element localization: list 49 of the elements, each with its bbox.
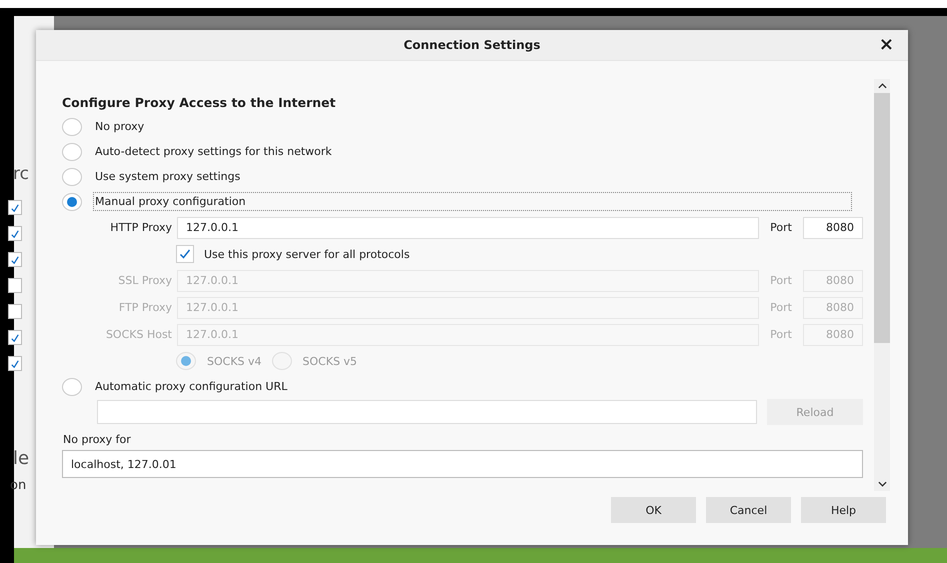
radio-button[interactable] [62,142,82,160]
scroll-down-icon[interactable] [878,481,886,487]
radio-label[interactable]: Manual proxy configuration [93,192,852,211]
port-label: Port [769,328,793,341]
radio-label[interactable]: No proxy [93,117,146,136]
radio-button[interactable] [62,378,82,396]
section-heading: Configure Proxy Access to the Internet [62,95,337,110]
no-proxy-field[interactable]: localhost, 127.0.01 [62,450,863,478]
close-button[interactable]: × [874,36,898,54]
check-icon [11,334,19,342]
scrollbar[interactable] [874,79,890,491]
checkbox[interactable] [8,200,22,215]
field-label: No proxy for [62,433,132,446]
dialog-button[interactable]: OK [611,497,696,523]
checkbox[interactable] [8,226,22,241]
check-icon [11,230,19,238]
proxy-field[interactable]: 127.0.0.1 [177,216,759,238]
check-icon [11,204,19,212]
radio-label[interactable]: Use system proxy settings [93,167,242,186]
partial-text: le [13,448,30,469]
partial-text: rc [13,164,29,184]
checkbox[interactable] [8,304,22,319]
radio-button[interactable] [62,118,82,136]
port-label: Port [769,221,793,234]
check-icon [11,256,19,264]
port-label: Port [769,274,793,287]
scroll-up-icon[interactable] [878,83,886,89]
checkbox[interactable] [8,356,22,371]
radio-button[interactable] [62,168,82,186]
checkbox[interactable] [8,330,22,345]
checkbox-label[interactable]: Use this proxy server for all protocols [204,248,410,260]
dialog-button[interactable]: Help [801,497,886,523]
dialog-button[interactable]: Cancel [706,497,791,523]
checkbox[interactable] [8,278,22,293]
proxy-label: FTP Proxy [118,301,173,314]
check-icon [11,360,19,368]
port-label: Port [769,301,793,314]
proxy-label: SOCKS Host [104,328,173,341]
radio-label[interactable]: Auto-detect proxy settings for this network [93,142,334,161]
port-field[interactable]: 8080 [803,216,863,238]
checkbox[interactable] [176,245,194,263]
radio-label[interactable]: Automatic proxy configuration URL [93,377,290,396]
check-icon [179,248,191,260]
checkbox[interactable] [8,252,22,267]
proxy-label: SSL Proxy [117,274,173,287]
url-field[interactable] [97,400,757,424]
proxy-label: HTTP Proxy [109,221,173,234]
window-title: Connection Settings [404,38,540,52]
radio-button[interactable] [62,192,82,210]
